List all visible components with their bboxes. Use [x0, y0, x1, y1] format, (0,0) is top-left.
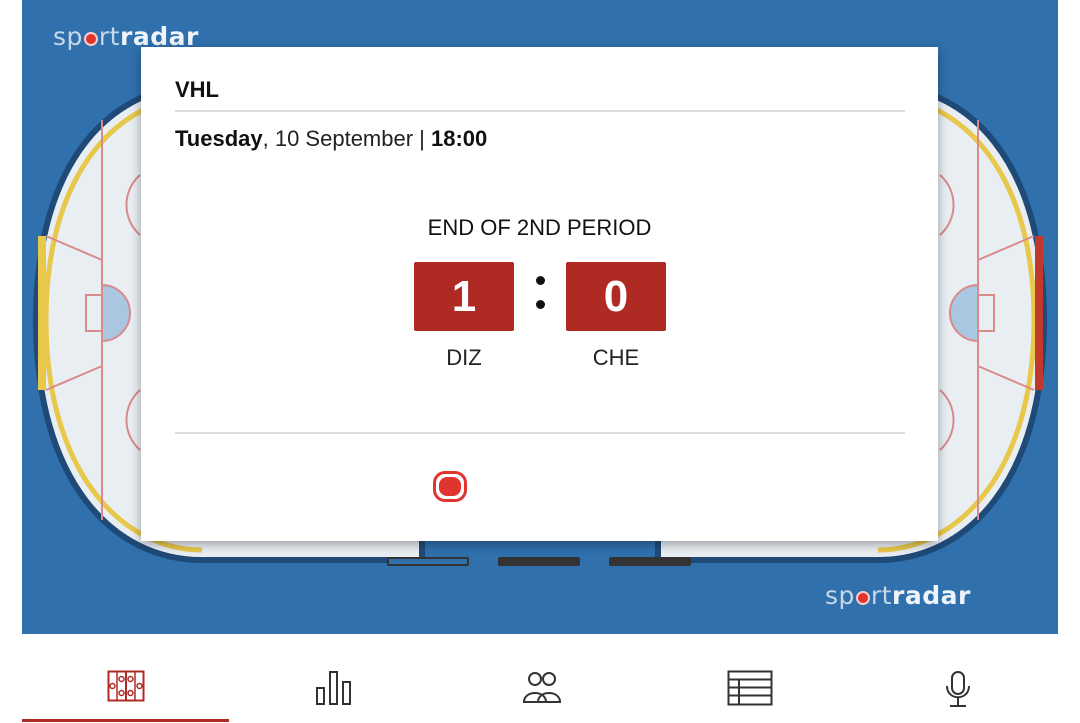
bar-chart-icon [316, 671, 351, 705]
tab-lineups[interactable] [438, 634, 646, 723]
home-team-abbr: DIZ [446, 345, 482, 370]
active-tab-indicator [22, 719, 229, 722]
home-score: 1 [414, 262, 514, 331]
tab-commentary[interactable] [854, 634, 1062, 723]
logo-text-light-2: rt [98, 22, 120, 51]
bottom-tab-bar [0, 634, 1080, 723]
logo-text-light: sp [53, 22, 83, 51]
logo-text-bold: radar [892, 581, 971, 610]
league-name: VHL [175, 77, 219, 102]
divider-top [175, 110, 905, 112]
tab-table[interactable] [646, 634, 854, 723]
ice-hockey-rink-icon[interactable] [433, 471, 467, 502]
pager-dot-3[interactable] [609, 557, 691, 566]
tab-rink[interactable] [22, 634, 230, 723]
logo-text-light-2: rt [870, 581, 892, 610]
microphone-icon [946, 671, 970, 707]
match-status: END OF 2ND PERIOD [427, 215, 652, 240]
match-time: 18:00 [431, 126, 488, 151]
away-score: 0 [566, 262, 666, 331]
score-separator-icon [526, 276, 554, 324]
pager-dot-2[interactable] [498, 557, 580, 566]
table-list-icon [727, 670, 773, 706]
sportradar-logo-top: sp rtradar [53, 24, 199, 49]
players-icon [523, 672, 561, 703]
tab-stats[interactable] [230, 634, 438, 723]
away-team-abbr: CHE [592, 345, 640, 370]
match-date: , 10 September | [262, 126, 431, 151]
rink-grid-icon [107, 670, 145, 702]
pager-dot-1[interactable] [387, 557, 469, 566]
match-datetime: Tuesday, 10 September | 18:00 [175, 126, 487, 152]
divider-bottom [175, 432, 905, 434]
sportradar-logo-bottom: sp rtradar [825, 583, 971, 608]
logo-dot-icon [83, 32, 98, 46]
logo-dot-icon [855, 591, 870, 605]
scoreboard-card: VHL Tuesday, 10 September | 18:00 END OF… [141, 47, 938, 541]
match-day: Tuesday [175, 126, 263, 151]
logo-text-light: sp [825, 581, 855, 610]
